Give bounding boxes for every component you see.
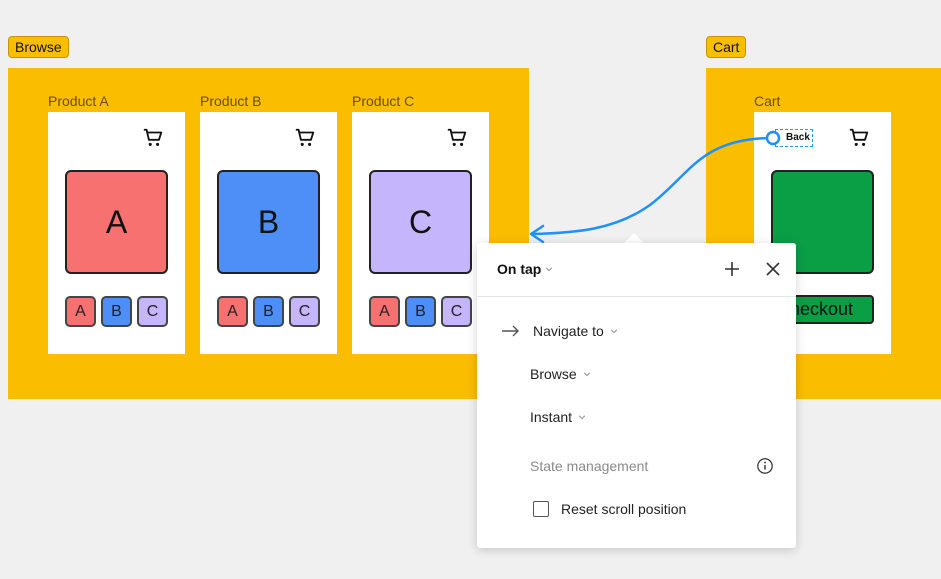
product-b-card[interactable]: B A B C [200,112,337,354]
action-dropdown[interactable]: Navigate to [500,323,618,339]
product-a-hero: A [65,170,168,274]
product-b-hero: B [217,170,320,274]
chip-b[interactable]: B [253,296,284,327]
reset-scroll-label: Reset scroll position [561,501,687,517]
state-management-heading: State management [530,458,649,474]
variant-chips: A B C [65,296,168,327]
chip-c[interactable]: C [137,296,168,327]
info-icon[interactable] [756,457,774,475]
reset-scroll-checkbox[interactable] [533,501,549,517]
destination-label: Browse [530,366,577,382]
chip-c[interactable]: C [289,296,320,327]
trigger-dropdown[interactable]: On tap [497,261,553,277]
chip-a[interactable]: A [217,296,248,327]
trigger-label: On tap [497,261,542,277]
cart-icon[interactable] [294,127,316,149]
cart-frame-tag[interactable]: Cart [706,36,747,58]
reset-scroll-option[interactable]: Reset scroll position [533,501,686,517]
chip-c[interactable]: C [441,296,472,327]
product-a-label: Product A [48,93,109,109]
cart-icon[interactable] [446,127,468,149]
add-icon[interactable] [722,259,742,279]
cart-icon[interactable] [142,127,164,149]
back-button[interactable]: Back [775,129,813,147]
product-c-card[interactable]: C A B C [352,112,489,354]
product-b-label: Product B [200,93,262,109]
product-a-card[interactable]: A A B C [48,112,185,354]
chip-a[interactable]: A [369,296,400,327]
chip-a[interactable]: A [65,296,96,327]
panel-header: On tap [477,243,796,297]
connector-arrowhead [529,224,545,244]
chip-b[interactable]: B [405,296,436,327]
action-label: Navigate to [533,323,604,339]
cart-label: Cart [754,93,781,109]
product-c-hero: C [369,170,472,274]
chip-b[interactable]: B [101,296,132,327]
variant-chips: A B C [217,296,320,327]
variant-chips: A B C [369,296,472,327]
cart-icon[interactable] [848,127,870,149]
chevron-down-icon [546,267,553,272]
interaction-panel: On tap Navigate to Browse Instant State … [477,243,796,548]
arrow-right-icon [502,325,519,337]
chevron-down-icon [583,372,590,377]
animation-dropdown[interactable]: Instant [530,409,586,425]
product-c-label: Product C [352,93,415,109]
animation-label: Instant [530,409,573,425]
chevron-down-icon [578,415,586,420]
destination-dropdown[interactable]: Browse [530,366,591,382]
chevron-down-icon [610,329,618,334]
browse-frame-tag[interactable]: Browse [8,36,69,58]
close-icon[interactable] [763,259,783,279]
